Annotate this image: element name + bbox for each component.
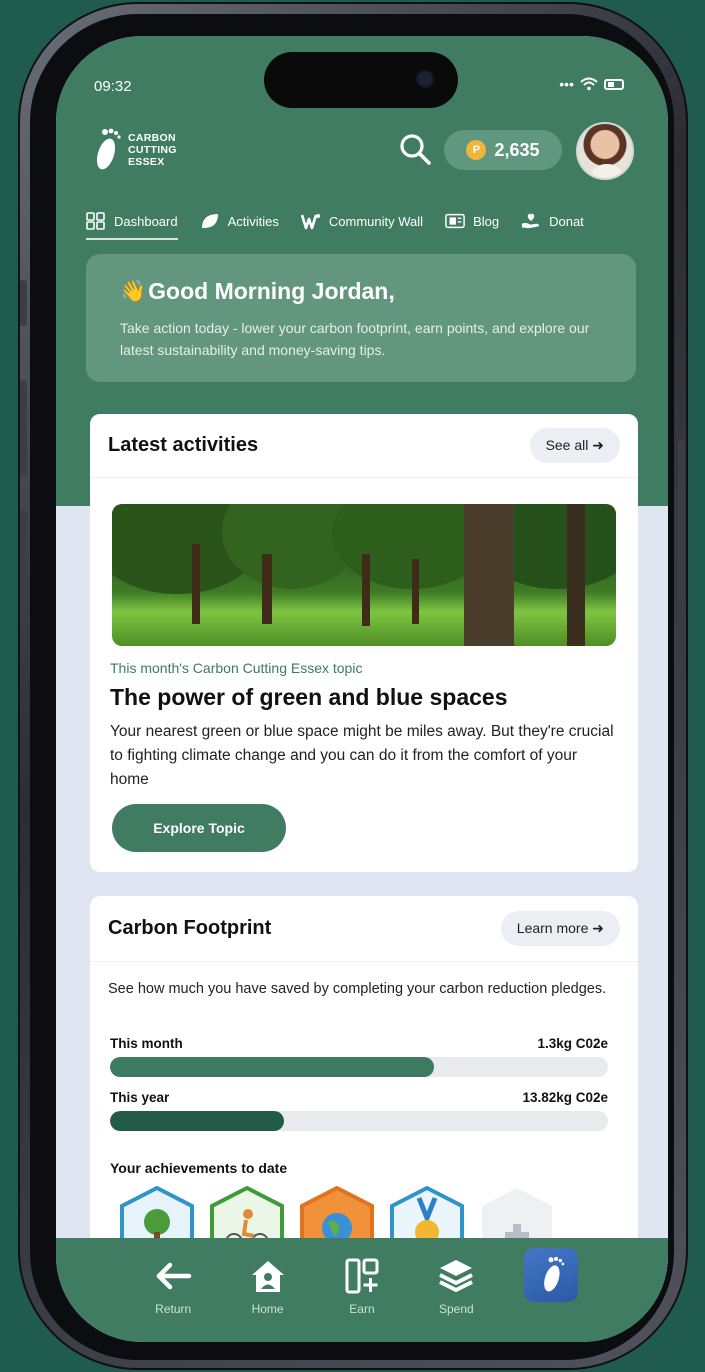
greeting-card: 👋 Good Morning Jordan, Take action today… bbox=[86, 254, 636, 382]
footprint-icon bbox=[543, 1256, 564, 1292]
year-value: 13.82kg C02e bbox=[522, 1090, 608, 1105]
card-title: Carbon Footprint bbox=[108, 917, 272, 939]
waving-hand-icon: 👋 bbox=[120, 279, 147, 303]
top-navigation: Dashboard Activities Community Wall Blog bbox=[86, 206, 668, 240]
phone-side-button bbox=[678, 440, 685, 600]
points-balance[interactable]: P 2,635 bbox=[444, 130, 562, 170]
layers-icon bbox=[439, 1260, 474, 1292]
progress-track bbox=[110, 1057, 608, 1077]
nav-blog[interactable]: Blog bbox=[445, 206, 499, 236]
brand-line: CARBON bbox=[128, 132, 176, 144]
points-value: 2,635 bbox=[494, 139, 540, 160]
greeting-text: Take action today - lower your carbon fo… bbox=[120, 320, 590, 358]
nav-label: Activities bbox=[227, 213, 279, 229]
card-title: Latest activities bbox=[108, 434, 259, 456]
camera-icon bbox=[418, 72, 432, 86]
donate-hand-icon bbox=[522, 213, 539, 229]
nav-activities[interactable]: Activities bbox=[200, 206, 279, 236]
bottom-nav-home[interactable]: Home bbox=[233, 1256, 303, 1316]
coin-icon: P bbox=[466, 140, 487, 160]
dashboard-grid-icon bbox=[86, 212, 105, 230]
status-icons: ••• bbox=[559, 76, 624, 92]
nav-dashboard[interactable]: Dashboard bbox=[86, 206, 178, 240]
bar-label-row: This month 1.3kg C02e bbox=[110, 1036, 608, 1051]
status-time: 09:32 bbox=[94, 78, 132, 95]
tree-trunk bbox=[567, 504, 585, 646]
progress-fill bbox=[110, 1111, 285, 1131]
tree-trunk bbox=[192, 544, 200, 624]
tree-trunk bbox=[262, 554, 272, 624]
card-header: Latest activities See all ➜ bbox=[90, 414, 638, 478]
arrow-left-icon bbox=[156, 1262, 192, 1290]
carbon-description: See how much you have saved by completin… bbox=[108, 981, 607, 997]
bottom-nav-label: Home bbox=[251, 1302, 284, 1316]
bottom-nav-footprint[interactable] bbox=[516, 1248, 586, 1302]
nav-label: Blog bbox=[473, 213, 500, 229]
phone-side-button bbox=[20, 380, 27, 476]
bottom-nav-earn[interactable]: Earn bbox=[327, 1256, 397, 1316]
bottom-nav-label: Earn bbox=[349, 1302, 375, 1316]
month-label: This month bbox=[110, 1036, 183, 1051]
wifi-icon bbox=[580, 77, 598, 91]
dynamic-island bbox=[264, 52, 458, 108]
nav-label: Donat bbox=[549, 213, 584, 229]
avatar[interactable] bbox=[576, 122, 634, 180]
year-progress: This year 13.82kg C02e bbox=[110, 1090, 608, 1131]
tree-trunk bbox=[412, 559, 419, 624]
tree-trunk bbox=[464, 504, 514, 646]
nav-label: Community Wall bbox=[328, 213, 424, 229]
blog-icon bbox=[445, 213, 465, 229]
brand-line: ESSEX bbox=[128, 156, 165, 168]
home-icon bbox=[251, 1261, 284, 1292]
nav-community-wall[interactable]: Community Wall bbox=[300, 206, 424, 236]
see-all-button[interactable]: See all ➜ bbox=[529, 428, 620, 463]
topic-title: The power of green and blue spaces bbox=[110, 684, 508, 710]
bottom-nav-label: Spend bbox=[439, 1302, 474, 1316]
greeting-title: 👋 Good Morning Jordan, bbox=[120, 278, 602, 305]
battery-icon bbox=[604, 78, 624, 90]
card-header: Carbon Footprint Learn more ➜ bbox=[90, 896, 638, 962]
brand-line: CUTTING bbox=[128, 144, 177, 156]
progress-fill bbox=[110, 1057, 434, 1077]
app-header: CARBON CUTTING ESSEX P 2,635 bbox=[88, 122, 638, 182]
nav-label: Dashboard bbox=[114, 213, 178, 229]
latest-activities-card: Latest activities See all ➜ This month's… bbox=[90, 414, 638, 872]
phone-screen: 09:32 ••• CARBON CUTTING ESSEX P 2,635 D… bbox=[56, 36, 668, 1342]
avatar-body bbox=[590, 164, 624, 178]
greeting-title-text: Good Morning Jordan, bbox=[148, 278, 395, 304]
park-image bbox=[112, 504, 616, 646]
phone-side-button bbox=[20, 280, 27, 326]
bar-label-row: This year 13.82kg C02e bbox=[110, 1090, 608, 1105]
brand-logo[interactable]: CARBON CUTTING ESSEX bbox=[88, 124, 177, 176]
nav-donate[interactable]: Donat bbox=[521, 206, 584, 236]
community-icon bbox=[300, 214, 320, 230]
carbon-footprint-card: Carbon Footprint Learn more ➜ See how mu… bbox=[90, 896, 638, 1296]
learn-more-button[interactable]: Learn more ➜ bbox=[500, 911, 620, 946]
achievements-label: Your achievements to date bbox=[110, 1160, 288, 1176]
explore-topic-button[interactable]: Explore Topic bbox=[112, 804, 286, 852]
phone-side-button bbox=[20, 510, 27, 606]
tree-trunk bbox=[362, 554, 370, 626]
signal-dots-icon: ••• bbox=[559, 76, 574, 92]
bottom-nav-spend[interactable]: Spend bbox=[421, 1256, 491, 1316]
progress-track bbox=[110, 1111, 608, 1131]
bottom-nav-label: Return bbox=[155, 1302, 192, 1316]
year-label: This year bbox=[110, 1090, 170, 1105]
active-tab-highlight bbox=[523, 1248, 578, 1302]
earn-grid-plus-icon bbox=[345, 1258, 379, 1294]
brand-name: CARBON CUTTING ESSEX bbox=[128, 132, 177, 168]
topic-description: Your nearest green or blue space might b… bbox=[110, 723, 614, 788]
month-progress: This month 1.3kg C02e bbox=[110, 1036, 608, 1077]
search-icon[interactable] bbox=[398, 132, 432, 166]
topic-label: This month's Carbon Cutting Essex topic bbox=[110, 660, 363, 676]
bottom-navigation: Return Home Earn Spend bbox=[56, 1238, 668, 1342]
bottom-nav-return[interactable]: Return bbox=[138, 1256, 208, 1316]
footprint-logo-icon bbox=[96, 128, 121, 170]
month-value: 1.3kg C02e bbox=[537, 1036, 608, 1051]
leaf-icon bbox=[201, 214, 218, 228]
